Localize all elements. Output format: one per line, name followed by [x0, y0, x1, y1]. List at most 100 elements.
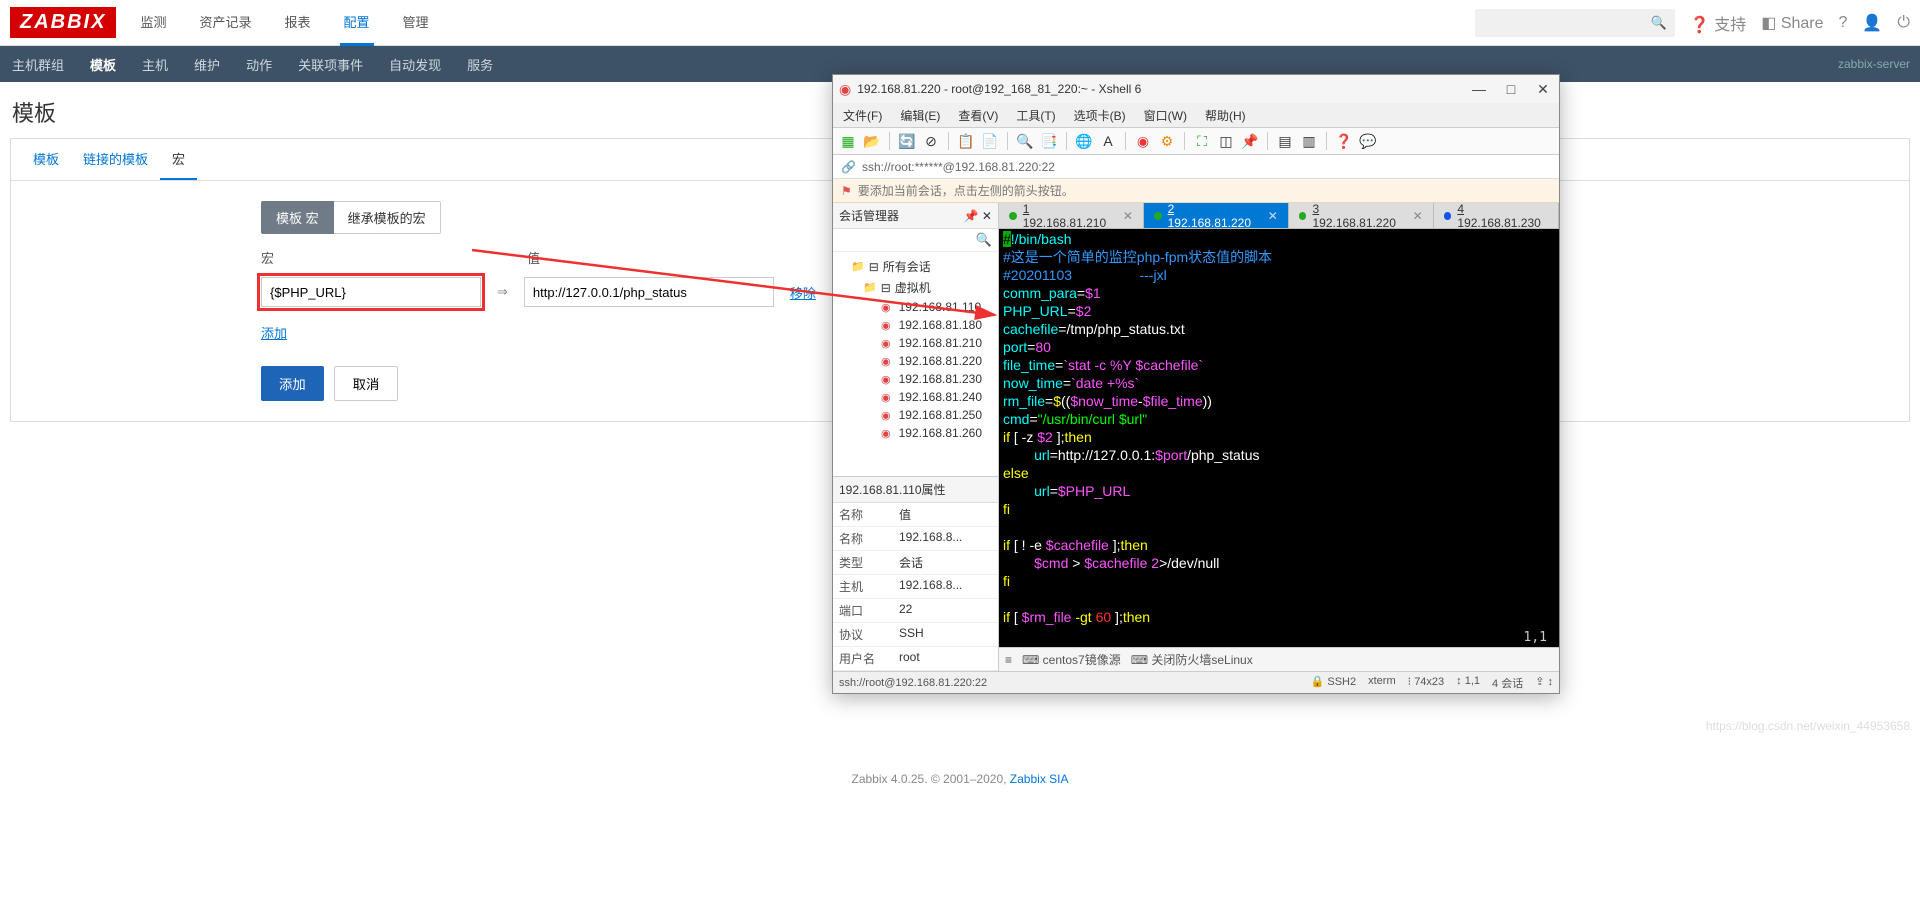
link-icon: 🔗 — [841, 160, 856, 174]
term-tab-3[interactable]: 3 192.168.81.220✕ — [1289, 203, 1434, 228]
new-session-icon[interactable]: ▦ — [839, 132, 857, 150]
compose-tab-1[interactable]: ⌨ centos7镜像源 — [1022, 651, 1121, 668]
font-icon[interactable]: A — [1099, 132, 1117, 150]
term-tab-4[interactable]: 4 192.168.81.230 — [1434, 203, 1559, 228]
compose-tabs: ≡ ⌨ centos7镜像源 ⌨ 关闭防火墙seLinux — [999, 647, 1559, 671]
props-icon[interactable]: 📑 — [1040, 132, 1058, 150]
search-input[interactable]: 🔍 — [1475, 9, 1675, 37]
close-icon[interactable]: ✕ — [1533, 81, 1553, 98]
ontop-icon[interactable]: 📌 — [1241, 132, 1259, 150]
tree-search-icon[interactable]: 🔍 — [976, 232, 992, 248]
help-icon[interactable]: ❓ — [1335, 132, 1353, 150]
zabbix-logo[interactable]: ZABBIX — [10, 7, 116, 38]
tree-host-1[interactable]: ◉192.168.81.180 — [833, 316, 998, 334]
nav-monitor[interactable]: 监测 — [136, 0, 170, 46]
addr-text[interactable]: ssh://root:******@192.168.81.220:22 — [862, 160, 1055, 174]
disconnect-icon[interactable]: ⊘ — [922, 132, 940, 150]
script-icon[interactable]: ⚙ — [1158, 132, 1176, 150]
add-button[interactable]: 添加 — [261, 366, 324, 401]
subnav-discovery[interactable]: 自动发现 — [387, 47, 443, 82]
xshell-title-text: 192.168.81.220 - root@192_168_81_220:~ -… — [857, 82, 1141, 96]
subnav-maintenance[interactable]: 维护 — [192, 47, 222, 82]
subnav-services[interactable]: 服务 — [465, 47, 495, 82]
term-tab-2[interactable]: 2 192.168.81.220✕ — [1144, 203, 1289, 228]
reconnect-icon[interactable]: 🔄 — [898, 132, 916, 150]
menu-edit[interactable]: 编辑(E) — [900, 107, 940, 124]
tree-root[interactable]: ⊟ 所有会话 — [833, 256, 998, 277]
props-title: 192.168.81.110属性 — [833, 477, 998, 503]
user-icon[interactable]: 👤 — [1862, 13, 1882, 33]
term-tab-1[interactable]: 1 192.168.81.210✕ — [999, 203, 1144, 228]
menu-view[interactable]: 查看(V) — [958, 107, 998, 124]
tree-host-0[interactable]: ◉192.168.81.110 — [833, 298, 998, 316]
tree-host-2[interactable]: ◉192.168.81.210 — [833, 334, 998, 352]
flag-icon: ⚑ — [841, 184, 852, 198]
maximize-icon[interactable]: □ — [1501, 81, 1521, 98]
terminal[interactable]: #!/bin/bash #这是一个简单的监控php-fpm状态值的脚本 #202… — [999, 229, 1559, 647]
transparent-icon[interactable]: ◫ — [1217, 132, 1235, 150]
tree-host-3[interactable]: ◉192.168.81.220 — [833, 352, 998, 370]
fullscreen-icon[interactable]: ⛶ — [1193, 132, 1211, 150]
minimize-icon[interactable]: — — [1469, 81, 1489, 98]
subnav-hosts[interactable]: 主机 — [140, 47, 170, 82]
tree-vm[interactable]: ⊟ 虚拟机 — [833, 277, 998, 298]
hamburger-icon[interactable]: ≡ — [1005, 653, 1012, 667]
tree-host-4[interactable]: ◉192.168.81.230 — [833, 370, 998, 388]
xshell-window: ◉ 192.168.81.220 - root@192_168_81_220:~… — [832, 74, 1560, 694]
menu-window[interactable]: 窗口(W) — [1144, 107, 1187, 124]
nav-config[interactable]: 配置 — [340, 0, 374, 46]
color-icon[interactable]: 🌐 — [1075, 132, 1093, 150]
find-icon[interactable]: 🔍 — [1016, 132, 1034, 150]
arrow-icon: ⇒ — [497, 284, 508, 300]
zabbix-header-right: 🔍 ❓ 支持 ◧ Share ? 👤 ⏻ — [1475, 9, 1910, 37]
subnav-correlation[interactable]: 关联项事件 — [296, 47, 365, 82]
xshell-titlebar[interactable]: ◉ 192.168.81.220 - root@192_168_81_220:~… — [833, 75, 1559, 103]
paste-icon[interactable]: 📄 — [981, 132, 999, 150]
subnav-actions[interactable]: 动作 — [244, 47, 274, 82]
xshell-icon: ◉ — [839, 81, 851, 98]
power-icon[interactable]: ⏻ — [1897, 14, 1910, 32]
compose-icon[interactable]: 💬 — [1359, 132, 1377, 150]
menu-tabs[interactable]: 选项卡(B) — [1074, 107, 1126, 124]
menu-file[interactable]: 文件(F) — [843, 107, 882, 124]
tree-host-5[interactable]: ◉192.168.81.240 — [833, 388, 998, 406]
pin-icon[interactable]: 📌 ✕ — [964, 209, 992, 223]
menu-help[interactable]: 帮助(H) — [1205, 107, 1246, 124]
side-head: 会话管理器 📌 ✕ — [833, 203, 998, 229]
macro-name-input[interactable] — [261, 277, 481, 307]
subnav-templates[interactable]: 模板 — [88, 47, 118, 82]
session-tree[interactable]: ⊟ 所有会话 ⊟ 虚拟机 ◉192.168.81.110 ◉192.168.81… — [833, 252, 998, 476]
remove-link[interactable]: 移除 — [790, 283, 816, 302]
nav-inventory[interactable]: 资产记录 — [195, 0, 255, 46]
open-icon[interactable]: 📂 — [863, 132, 881, 150]
nav-admin[interactable]: 管理 — [399, 0, 433, 46]
help-icon[interactable]: ? — [1839, 14, 1848, 32]
nav-reports[interactable]: 报表 — [280, 0, 314, 46]
tab-template[interactable]: 模板 — [21, 139, 71, 180]
subnav-hostgroups[interactable]: 主机群组 — [10, 47, 66, 82]
tree-host-7[interactable]: ◉192.168.81.260 — [833, 424, 998, 442]
macro-value-input[interactable] — [524, 277, 774, 307]
tree-host-6[interactable]: ◉192.168.81.250 — [833, 406, 998, 424]
menu-tools[interactable]: 工具(T) — [1016, 107, 1055, 124]
tab-macros[interactable]: 宏 — [160, 139, 197, 180]
record-icon[interactable]: ◉ — [1134, 132, 1152, 150]
add-macro-link[interactable]: 添加 — [261, 323, 287, 342]
toggle-template-macro[interactable]: 模板 宏 — [261, 201, 334, 234]
label-macro: 宏 — [261, 248, 481, 267]
xshell-statusbar: ssh://root@192.168.81.220:22 🔒 SSH2 xter… — [833, 671, 1559, 693]
zabbix-header: ZABBIX 监测 资产记录 报表 配置 管理 🔍 ❓ 支持 ◧ Share ?… — [0, 0, 1920, 46]
search-icon: 🔍 — [1651, 15, 1667, 31]
toggle-inherited-macro[interactable]: 继承模板的宏 — [334, 201, 441, 234]
share-link[interactable]: ◧ Share — [1761, 13, 1823, 33]
support-link[interactable]: ❓ 支持 — [1690, 11, 1746, 35]
footer-link[interactable]: Zabbix SIA — [1010, 772, 1069, 786]
tab-linked[interactable]: 链接的模板 — [71, 139, 160, 180]
cursor-position: 1,1 — [1524, 630, 1547, 645]
tile-v-icon[interactable]: ▥ — [1300, 132, 1318, 150]
status-term: xterm — [1368, 675, 1396, 691]
cancel-button[interactable]: 取消 — [334, 366, 399, 401]
copy-icon[interactable]: 📋 — [957, 132, 975, 150]
tile-h-icon[interactable]: ▤ — [1276, 132, 1294, 150]
compose-tab-2[interactable]: ⌨ 关闭防火墙seLinux — [1131, 651, 1253, 668]
